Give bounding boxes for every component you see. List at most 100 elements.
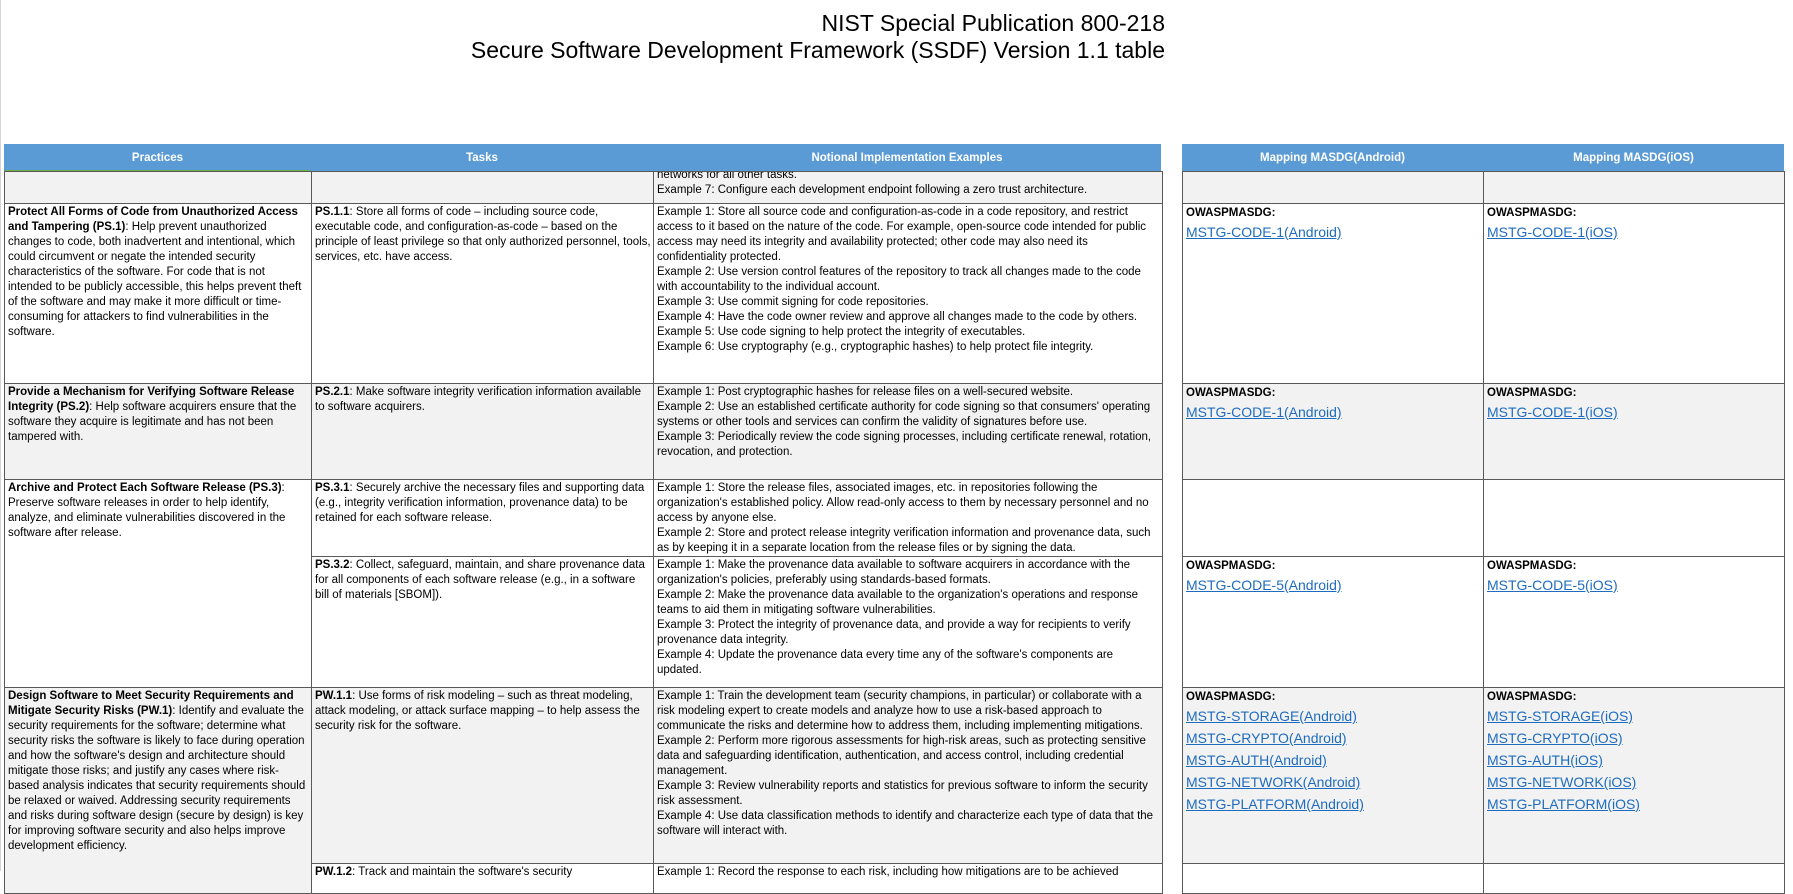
header-mapping-ios[interactable]: Mapping MASDG(iOS) <box>1483 144 1784 171</box>
example-line: Example 1: Store all source code and con… <box>657 206 1147 263</box>
practice-text: : Help prevent unauthorized changes to c… <box>8 221 302 338</box>
task-cell[interactable]: PW.1.2: Track and maintain the software'… <box>311 863 654 894</box>
practice-cell[interactable] <box>4 171 312 204</box>
example-line: Example 1: Store the release files, asso… <box>657 482 1149 524</box>
task-cell[interactable]: PS.3.1: Securely archive the necessary f… <box>311 479 654 557</box>
mapping-link[interactable]: MSTG-CODE-1(iOS) <box>1487 401 1782 423</box>
example-line: Example 4: Use data classification metho… <box>657 810 1154 837</box>
example-line: Example 4: Update the provenance data ev… <box>657 649 1114 676</box>
ios-mapping-cell[interactable] <box>1483 479 1785 557</box>
header-examples[interactable]: Notional Implementation Examples <box>653 144 1161 171</box>
practice-cell[interactable]: Design Software to Meet Security Require… <box>4 687 312 894</box>
header-mapping-android[interactable]: Mapping MASDG(Android) <box>1182 144 1483 171</box>
owasp-label: OWASPMASDG: <box>1186 387 1276 399</box>
example-line: Example 2: Use an established certificat… <box>657 401 1151 428</box>
ios-mapping-cell[interactable] <box>1483 171 1785 204</box>
owasp-label: OWASPMASDG: <box>1186 560 1276 572</box>
example-line: Example 2: Make the provenance data avai… <box>657 589 1139 616</box>
practice-cell[interactable]: Archive and Protect Each Software Releas… <box>4 479 312 688</box>
mapping-link[interactable]: MSTG-CODE-5(iOS) <box>1487 574 1782 596</box>
task-cell[interactable]: PS.2.1: Make software integrity verifica… <box>311 383 654 480</box>
examples-cell[interactable]: networks for all other tasks. Example 7:… <box>653 171 1163 204</box>
examples-cell[interactable]: Example 1: Train the development team (s… <box>653 687 1163 864</box>
ios-mapping-cell[interactable]: OWASPMASDG: MSTG-CODE-1(iOS) <box>1483 383 1785 480</box>
examples-cell[interactable]: Example 1: Store the release files, asso… <box>653 479 1163 557</box>
example-line: Example 3: Periodically review the code … <box>657 431 1152 458</box>
mapping-link[interactable]: MSTG-AUTH(iOS) <box>1487 749 1782 771</box>
practice-cell[interactable]: Provide a Mechanism for Verifying Softwa… <box>4 383 312 480</box>
header-practices[interactable]: Practices <box>4 144 311 171</box>
mapping-link[interactable]: MSTG-CODE-1(iOS) <box>1487 221 1782 243</box>
android-mapping-cell[interactable] <box>1182 171 1484 204</box>
mapping-link[interactable]: MSTG-PLATFORM(iOS) <box>1487 793 1782 815</box>
android-mapping-cell[interactable] <box>1182 479 1484 557</box>
practice-cell[interactable]: Protect All Forms of Code from Unauthori… <box>4 203 312 384</box>
example-line: Example 1: Record the response to each r… <box>657 866 1119 878</box>
android-mapping-cell[interactable]: OWASPMASDG: MSTG-CODE-1(Android) <box>1182 203 1484 384</box>
mapping-link[interactable]: MSTG-CODE-1(Android) <box>1186 221 1481 243</box>
ssdf-table: networks for all other tasks. Example 7:… <box>4 171 1163 894</box>
task-cell[interactable] <box>311 171 654 204</box>
example-line: Example 4: Have the code owner review an… <box>657 311 1138 323</box>
task-cell[interactable]: PW.1.1: Use forms of risk modeling – suc… <box>311 687 654 864</box>
task-id: PS.1.1 <box>315 206 350 218</box>
header-tasks[interactable]: Tasks <box>311 144 653 171</box>
example-line: Example 3: Review vulnerability reports … <box>657 780 1148 807</box>
mapping-table: OWASPMASDG: MSTG-CODE-1(Android) OWASPMA… <box>1182 171 1785 894</box>
task-id: PS.3.1 <box>315 482 350 494</box>
example-line: networks for all other tasks. <box>657 171 797 182</box>
mapping-link[interactable]: MSTG-NETWORK(iOS) <box>1487 771 1782 793</box>
mapping-link[interactable]: MSTG-PLATFORM(Android) <box>1186 793 1481 815</box>
android-mapping-cell[interactable]: OWASPMASDG: MSTG-STORAGE(Android) MSTG-C… <box>1182 687 1484 864</box>
example-line: Example 3: Use commit signing for code r… <box>657 296 929 308</box>
examples-cell[interactable]: Example 1: Store all source code and con… <box>653 203 1163 384</box>
examples-cell[interactable]: Example 1: Post cryptographic hashes for… <box>653 383 1163 480</box>
practice-title: Archive and Protect Each Software Releas… <box>8 482 282 494</box>
example-line: Example 2: Perform more rigorous assessm… <box>657 735 1146 777</box>
examples-cell[interactable]: Example 1: Record the response to each r… <box>653 863 1163 894</box>
task-cell[interactable]: PS.3.2: Collect, safeguard, maintain, an… <box>311 556 654 688</box>
title-line-1: NIST Special Publication 800-218 <box>821 10 1165 36</box>
task-text: : Securely archive the necessary files a… <box>315 482 645 524</box>
example-line: Example 5: Use code signing to help prot… <box>657 326 1026 338</box>
mapping-link[interactable]: MSTG-CODE-5(Android) <box>1186 574 1481 596</box>
examples-cell[interactable]: Example 1: Make the provenance data avai… <box>653 556 1163 688</box>
table-row: OWASPMASDG: MSTG-CODE-1(Android) OWASPMA… <box>1182 203 1785 384</box>
owasp-label: OWASPMASDG: <box>1487 387 1577 399</box>
mapping-link[interactable]: MSTG-STORAGE(Android) <box>1186 705 1481 727</box>
task-text: : Make software integrity verification i… <box>315 386 641 413</box>
example-line: Example 1: Post cryptographic hashes for… <box>657 386 1074 398</box>
ios-mapping-cell[interactable]: OWASPMASDG: MSTG-CODE-5(iOS) <box>1483 556 1785 688</box>
mapping-link[interactable]: MSTG-CODE-1(Android) <box>1186 401 1481 423</box>
table-row: Archive and Protect Each Software Releas… <box>4 479 1163 688</box>
owasp-label: OWASPMASDG: <box>1487 691 1577 703</box>
example-line: Example 6: Use cryptography (e.g., crypt… <box>657 341 1094 353</box>
task-cell[interactable]: PS.1.1: Store all forms of code – includ… <box>311 203 654 384</box>
mapping-link[interactable]: MSTG-STORAGE(iOS) <box>1487 705 1782 727</box>
android-mapping-cell[interactable] <box>1182 863 1484 894</box>
task-text: : Collect, safeguard, maintain, and shar… <box>315 559 645 601</box>
task-text: : Use forms of risk modeling – such as t… <box>315 690 640 732</box>
mapping-link[interactable]: MSTG-CRYPTO(Android) <box>1186 727 1481 749</box>
table-row: Design Software to Meet Security Require… <box>4 687 1163 894</box>
owasp-label: OWASPMASDG: <box>1487 207 1577 219</box>
example-line: Example 2: Use version control features … <box>657 266 1141 293</box>
ios-mapping-cell[interactable]: OWASPMASDG: MSTG-STORAGE(iOS) MSTG-CRYPT… <box>1483 687 1785 864</box>
task-text: : Store all forms of code – including so… <box>315 206 651 263</box>
task-id: PW.1.2 <box>315 866 353 878</box>
ios-mapping-cell[interactable] <box>1483 863 1785 894</box>
example-line: Example 3: Protect the integrity of prov… <box>657 619 1131 646</box>
ios-mapping-cell[interactable]: OWASPMASDG: MSTG-CODE-1(iOS) <box>1483 203 1785 384</box>
table-row: networks for all other tasks. Example 7:… <box>4 171 1163 204</box>
mapping-link[interactable]: MSTG-CRYPTO(iOS) <box>1487 727 1782 749</box>
table-row: OWASPMASDG: MSTG-CODE-1(Android) OWASPMA… <box>1182 383 1785 480</box>
android-mapping-cell[interactable]: OWASPMASDG: MSTG-CODE-1(Android) <box>1182 383 1484 480</box>
mapping-link[interactable]: MSTG-AUTH(Android) <box>1186 749 1481 771</box>
android-mapping-cell[interactable]: OWASPMASDG: MSTG-CODE-5(Android) <box>1182 556 1484 688</box>
example-line: Example 1: Make the provenance data avai… <box>657 559 1131 586</box>
owasp-label: OWASPMASDG: <box>1186 207 1276 219</box>
mapping-link[interactable]: MSTG-NETWORK(Android) <box>1186 771 1481 793</box>
task-id: PS.2.1 <box>315 386 350 398</box>
task-text: : Track and maintain the software's secu… <box>352 866 573 878</box>
example-line: Example 1: Train the development team (s… <box>657 690 1143 732</box>
